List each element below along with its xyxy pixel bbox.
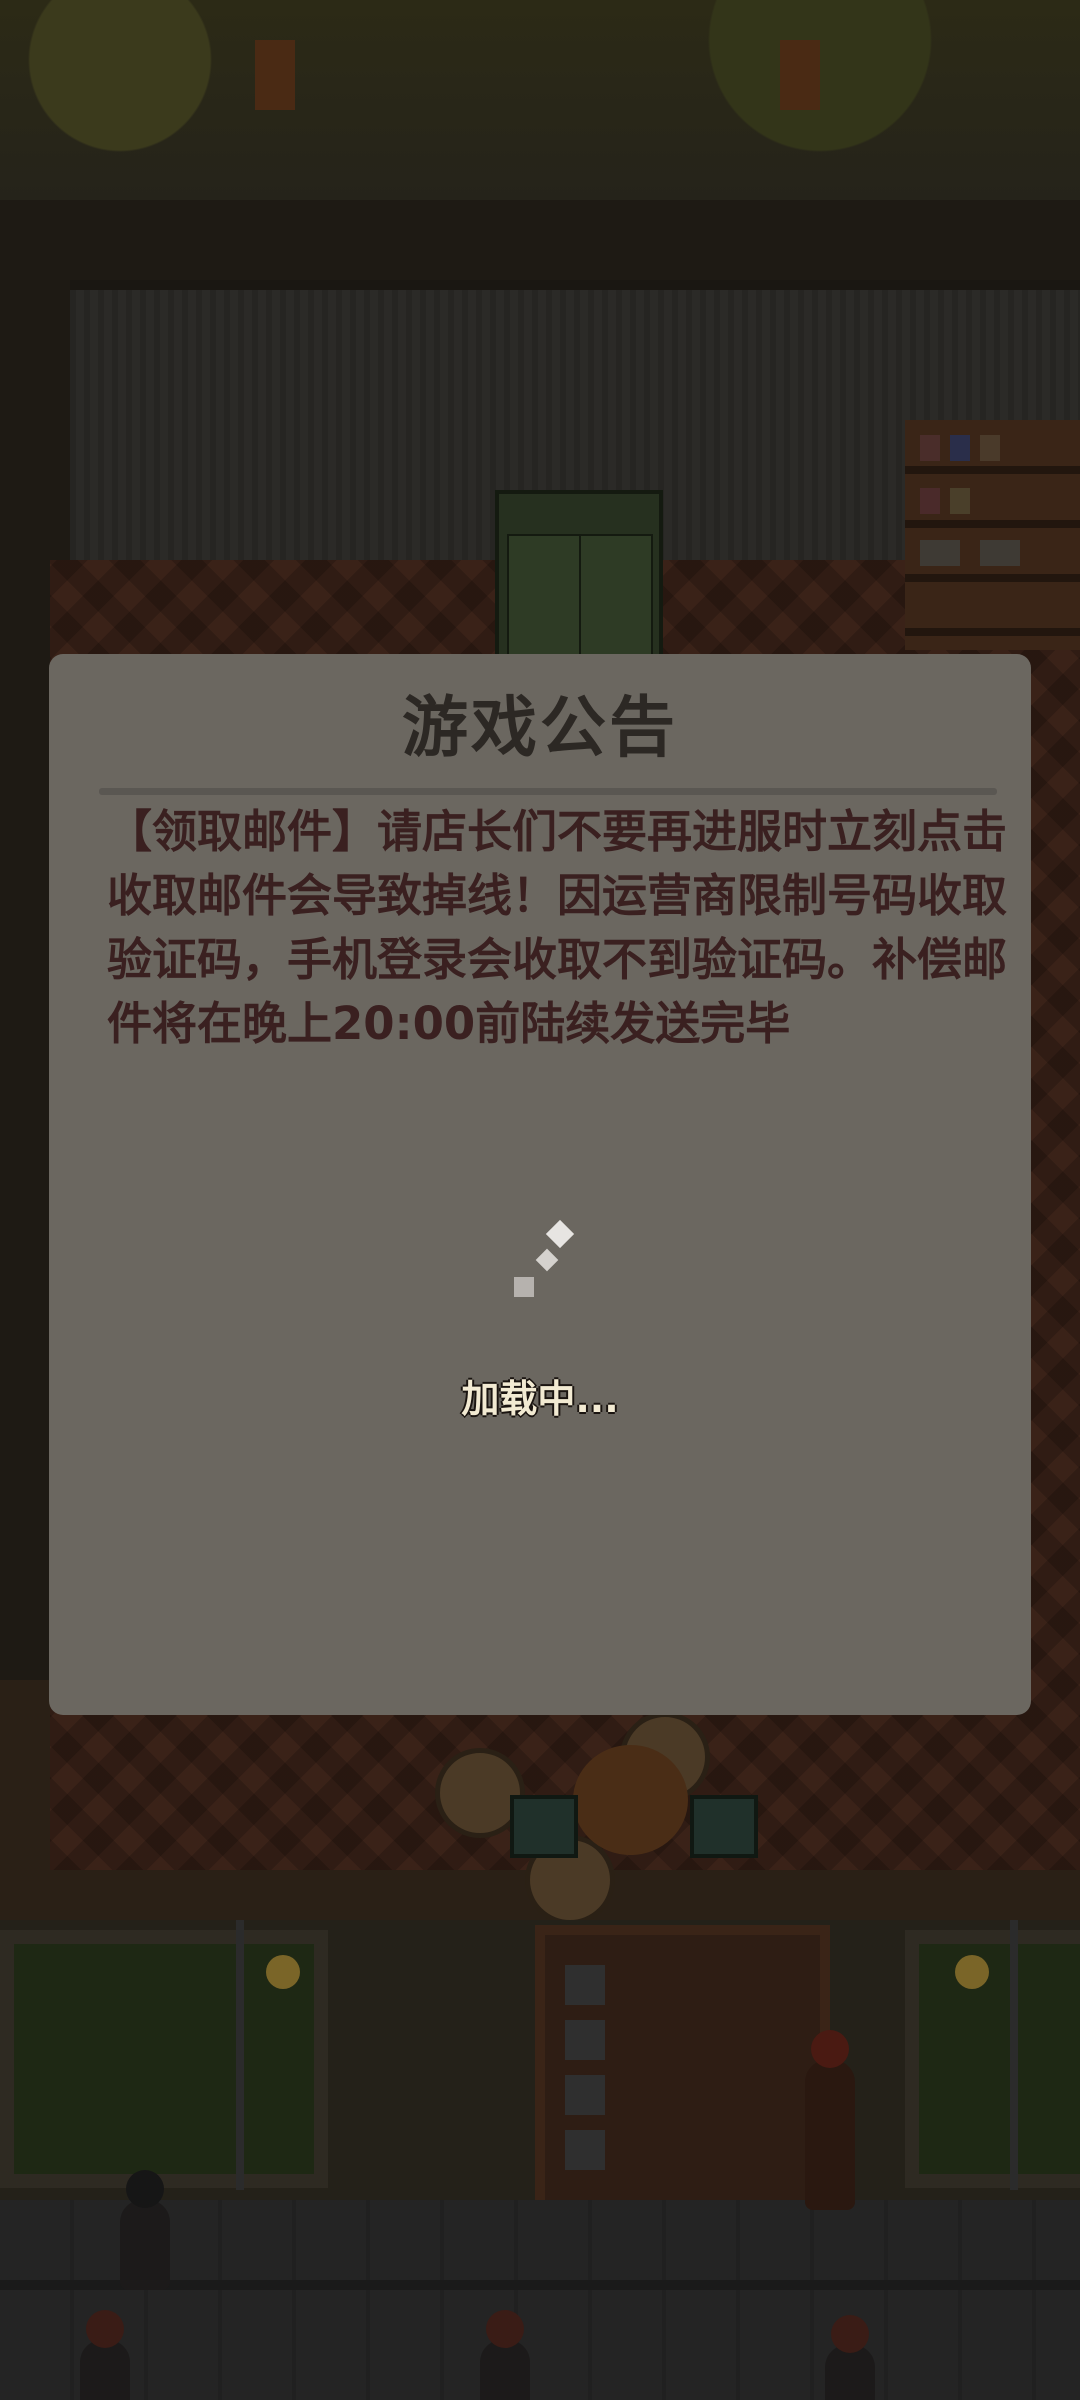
title-divider (99, 788, 997, 795)
announcement-title: 游戏公告 (402, 689, 678, 766)
loading-label: 加载中... (461, 1377, 619, 1421)
announcement-body[interactable]: 【领取邮件】请店长们不要再进服时立刻点击收取邮件会导致掉线！因运营商限制号码收取… (107, 800, 1007, 1056)
spinner-dot (545, 1219, 575, 1249)
spinner-dot (535, 1248, 559, 1272)
announcement-dialog: 游戏公告 【领取邮件】请店长们不要再进服时立刻点击收取邮件会导致掉线！因运营商限… (49, 654, 1031, 1715)
spinner-dot (514, 1277, 534, 1297)
